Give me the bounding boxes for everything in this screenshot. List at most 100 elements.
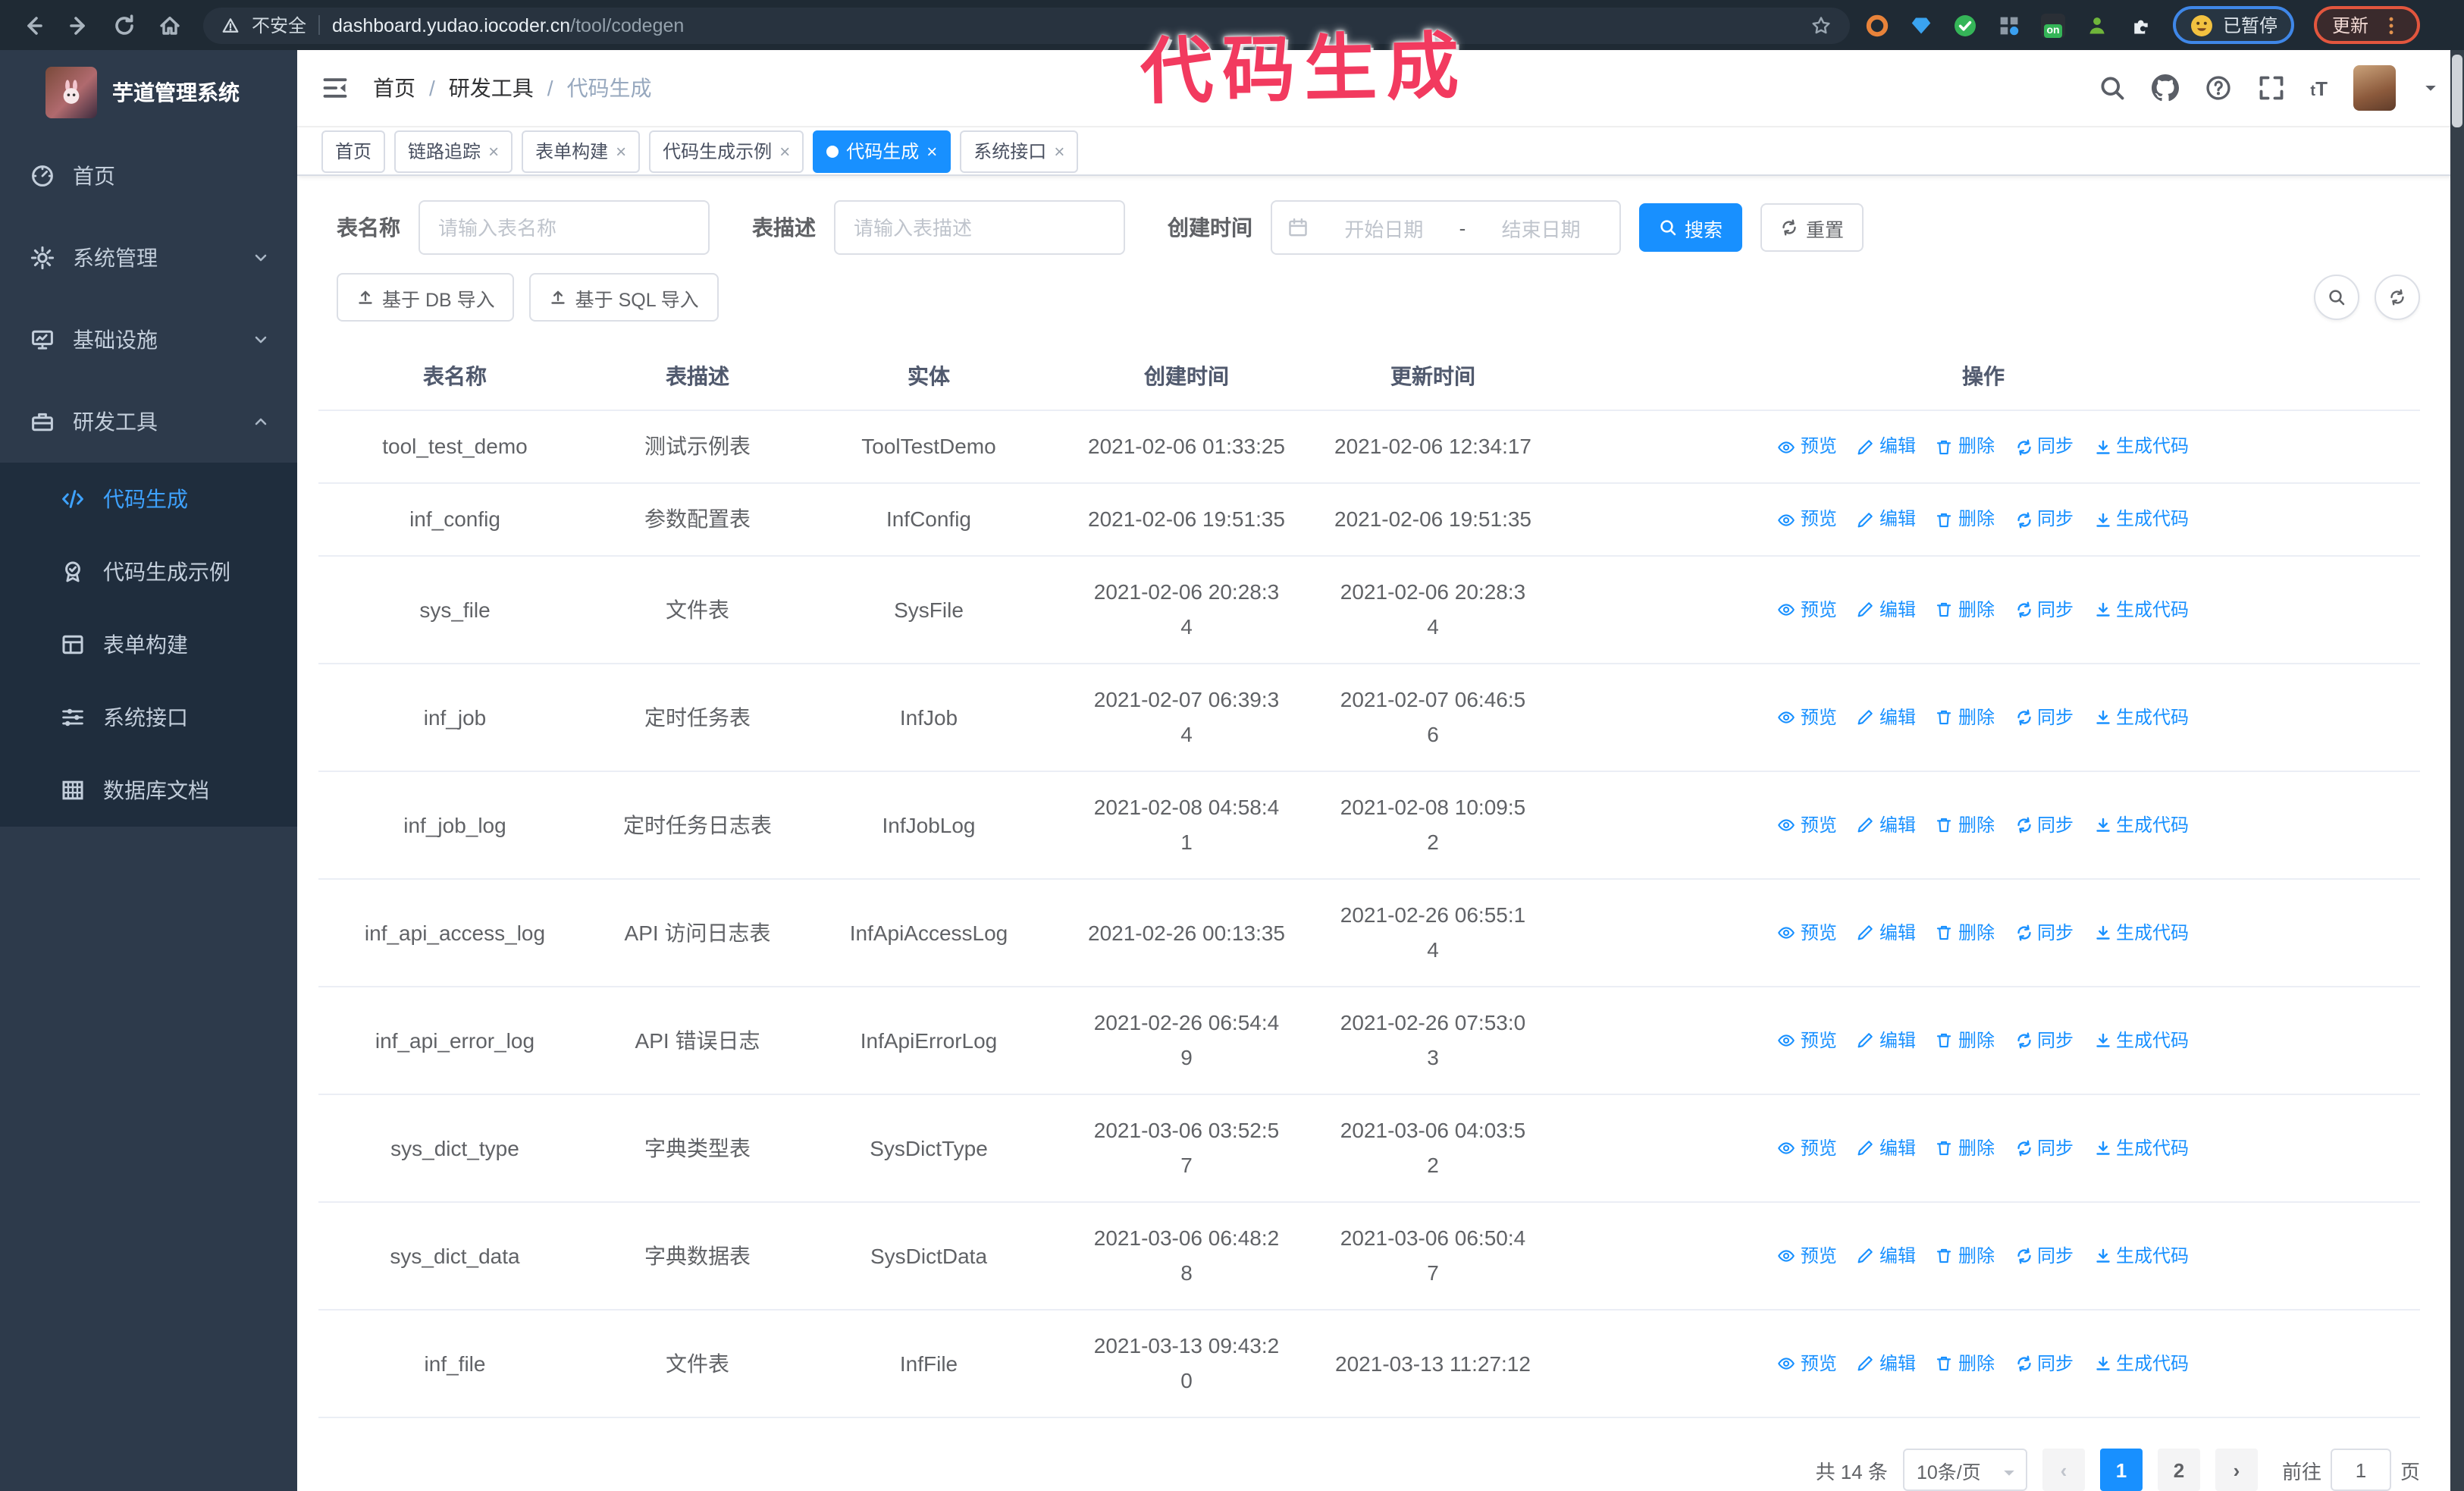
sync-link[interactable]: 同步 xyxy=(2014,1023,2074,1058)
sidebar-item-devtools[interactable]: 研发工具 xyxy=(0,381,297,463)
sidebar-item-system-api[interactable]: 系统接口 xyxy=(0,681,297,754)
edit-link[interactable]: 编辑 xyxy=(1857,808,1916,843)
browser-menu-dots-icon[interactable] xyxy=(2381,14,2402,36)
bookmark-star-icon[interactable] xyxy=(1810,14,1832,36)
tab-home[interactable]: 首页 xyxy=(321,130,386,172)
sidebar-item-db-doc[interactable]: 数据库文档 xyxy=(0,754,297,827)
delete-link[interactable]: 删除 xyxy=(1936,700,1995,735)
browser-home-icon[interactable] xyxy=(158,13,182,37)
generate-code-link[interactable]: 生成代码 xyxy=(2093,915,2189,950)
close-icon[interactable]: × xyxy=(488,142,499,160)
prev-page-button[interactable]: ‹ xyxy=(2042,1449,2085,1491)
delete-link[interactable]: 删除 xyxy=(1936,592,1995,627)
browser-back-icon[interactable] xyxy=(21,13,45,37)
refresh-table-button[interactable] xyxy=(2375,275,2420,320)
extensions-puzzle-icon[interactable] xyxy=(2129,13,2153,37)
address-bar[interactable]: 不安全 dashboard.yudao.iocoder.cn/tool/code… xyxy=(203,7,1850,43)
extension-grid-icon[interactable] xyxy=(1997,13,2021,37)
sidebar-logo[interactable]: 芋道管理系统 xyxy=(0,50,297,135)
preview-link[interactable]: 预览 xyxy=(1778,429,1837,464)
close-icon[interactable]: × xyxy=(1054,142,1064,160)
edit-link[interactable]: 编辑 xyxy=(1857,592,1916,627)
delete-link[interactable]: 删除 xyxy=(1936,915,1995,950)
sync-link[interactable]: 同步 xyxy=(2014,502,2074,537)
sidebar-collapse-icon[interactable] xyxy=(321,74,349,102)
tab-form-builder[interactable]: 表单构建 × xyxy=(522,130,641,172)
extension-icon[interactable] xyxy=(1865,13,1889,37)
breadcrumb-home[interactable]: 首页 xyxy=(373,73,415,103)
tab-codegen[interactable]: 代码生成 × xyxy=(813,130,951,172)
edit-link[interactable]: 编辑 xyxy=(1857,700,1916,735)
sync-link[interactable]: 同步 xyxy=(2014,429,2074,464)
sidebar-item-codegen[interactable]: 代码生成 xyxy=(0,463,297,535)
edit-link[interactable]: 编辑 xyxy=(1857,1346,1916,1381)
vertical-scrollbar[interactable] xyxy=(2450,50,2464,1491)
search-icon[interactable] xyxy=(2098,74,2125,102)
close-icon[interactable]: × xyxy=(779,142,790,160)
fullscreen-icon[interactable] xyxy=(2257,74,2284,102)
extension-on-icon[interactable]: on xyxy=(2041,13,2065,37)
profile-paused-badge[interactable]: 已暂停 xyxy=(2173,6,2295,44)
delete-link[interactable]: 删除 xyxy=(1936,808,1995,843)
edit-link[interactable]: 编辑 xyxy=(1857,502,1916,537)
preview-link[interactable]: 预览 xyxy=(1778,1131,1837,1166)
generate-code-link[interactable]: 生成代码 xyxy=(2093,700,2189,735)
sync-link[interactable]: 同步 xyxy=(2014,808,2074,843)
next-page-button[interactable]: › xyxy=(2215,1449,2258,1491)
edit-link[interactable]: 编辑 xyxy=(1857,1238,1916,1273)
page-number-2[interactable]: 2 xyxy=(2157,1449,2200,1491)
tab-tracing[interactable]: 链路追踪 × xyxy=(394,130,513,172)
toggle-search-button[interactable] xyxy=(2314,275,2359,320)
font-size-icon[interactable]: tT xyxy=(2310,77,2328,99)
generate-code-link[interactable]: 生成代码 xyxy=(2093,429,2189,464)
browser-reload-icon[interactable] xyxy=(112,13,136,37)
preview-link[interactable]: 预览 xyxy=(1778,1238,1837,1273)
close-icon[interactable]: × xyxy=(926,142,937,160)
delete-link[interactable]: 删除 xyxy=(1936,1238,1995,1273)
extension-person-icon[interactable] xyxy=(2085,13,2109,37)
preview-link[interactable]: 预览 xyxy=(1778,915,1837,950)
sync-link[interactable]: 同步 xyxy=(2014,915,2074,950)
sync-link[interactable]: 同步 xyxy=(2014,700,2074,735)
edit-link[interactable]: 编辑 xyxy=(1857,1131,1916,1166)
preview-link[interactable]: 预览 xyxy=(1778,502,1837,537)
delete-link[interactable]: 删除 xyxy=(1936,429,1995,464)
goto-page-input[interactable] xyxy=(2330,1449,2391,1491)
close-icon[interactable]: × xyxy=(616,142,626,160)
table-desc-input[interactable] xyxy=(834,200,1125,255)
tab-codegen-example[interactable]: 代码生成示例 × xyxy=(649,130,804,172)
browser-forward-icon[interactable] xyxy=(67,13,91,37)
edit-link[interactable]: 编辑 xyxy=(1857,915,1916,950)
generate-code-link[interactable]: 生成代码 xyxy=(2093,1023,2189,1058)
avatar[interactable] xyxy=(2353,65,2396,111)
preview-link[interactable]: 预览 xyxy=(1778,1023,1837,1058)
preview-link[interactable]: 预览 xyxy=(1778,700,1837,735)
sidebar-item-codegen-example[interactable]: 代码生成示例 xyxy=(0,535,297,608)
preview-link[interactable]: 预览 xyxy=(1778,1346,1837,1381)
preview-link[interactable]: 预览 xyxy=(1778,808,1837,843)
page-number-1[interactable]: 1 xyxy=(2099,1449,2143,1491)
delete-link[interactable]: 删除 xyxy=(1936,1131,1995,1166)
github-icon[interactable] xyxy=(2151,74,2178,102)
table-name-input[interactable] xyxy=(419,200,710,255)
generate-code-link[interactable]: 生成代码 xyxy=(2093,1346,2189,1381)
extension-check-icon[interactable] xyxy=(1953,13,1977,37)
sidebar-item-home[interactable]: 首页 xyxy=(0,135,297,217)
tab-system-api[interactable]: 系统接口 × xyxy=(960,130,1079,172)
generate-code-link[interactable]: 生成代码 xyxy=(2093,808,2189,843)
generate-code-link[interactable]: 生成代码 xyxy=(2093,1238,2189,1273)
reset-button[interactable]: 重置 xyxy=(1760,203,1864,252)
sync-link[interactable]: 同步 xyxy=(2014,1131,2074,1166)
sidebar-item-form-builder[interactable]: 表单构建 xyxy=(0,608,297,681)
search-button[interactable]: 搜索 xyxy=(1639,203,1743,252)
delete-link[interactable]: 删除 xyxy=(1936,1023,1995,1058)
sync-link[interactable]: 同步 xyxy=(2014,592,2074,627)
sidebar-item-infra[interactable]: 基础设施 xyxy=(0,299,297,381)
breadcrumb-devtools[interactable]: 研发工具 xyxy=(449,73,534,103)
sidebar-item-system[interactable]: 系统管理 xyxy=(0,217,297,299)
delete-link[interactable]: 删除 xyxy=(1936,1346,1995,1381)
import-db-button[interactable]: 基于 DB 导入 xyxy=(337,273,515,322)
page-size-select[interactable]: 10条/页 xyxy=(1902,1449,2027,1491)
extension-gem-icon[interactable] xyxy=(1909,13,1933,37)
preview-link[interactable]: 预览 xyxy=(1778,592,1837,627)
